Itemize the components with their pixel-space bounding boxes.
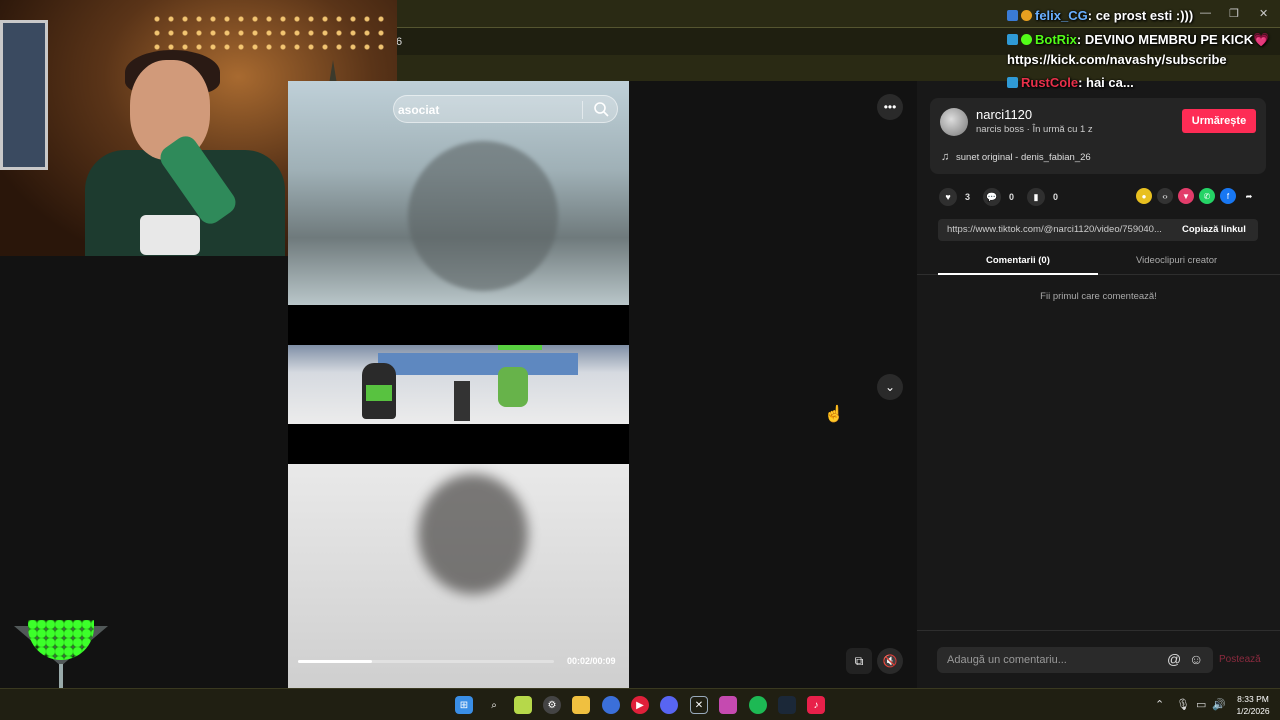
next-video-button[interactable]: ⌄ (877, 374, 903, 400)
chat-message: felix_CG: ce prost esti :))) (1007, 8, 1193, 23)
hand-cursor-icon: ☝ (824, 406, 844, 423)
save-count: 0 (1053, 192, 1059, 202)
send-icon[interactable]: ▼ (1178, 188, 1194, 204)
file-explorer-icon[interactable] (572, 696, 590, 714)
search-text: asociat (398, 103, 440, 117)
float-player-button[interactable]: ⧉ (846, 648, 872, 674)
active-tab-underline (938, 273, 1098, 275)
mention-icon[interactable]: @ (1167, 651, 1181, 667)
bookmark-icon[interactable]: ▮ (1027, 188, 1045, 206)
search-icon[interactable]: ⌕ (485, 696, 503, 714)
video-time: 00:02/00:09 (567, 656, 616, 666)
empty-comments-message: Fii primul care comentează! (1040, 291, 1157, 302)
notes-icon[interactable] (514, 696, 532, 714)
chat-text: : hai ca... (1078, 75, 1134, 90)
windows-start-icon[interactable]: ⊞ (455, 696, 473, 714)
copy-link-button[interactable]: Copiază linkul (1182, 224, 1246, 235)
share-link-url[interactable]: https://www.tiktok.com/@narci1120/video/… (947, 224, 1173, 235)
settings-icon[interactable]: ⚙ (543, 696, 561, 714)
post-button[interactable]: Postează (1219, 654, 1261, 665)
comment-bar: Adaugă un comentariu... @ ☺ Postează (917, 630, 1280, 688)
clock-time: 8:33 PM (1237, 694, 1269, 704)
chrome-icon[interactable] (602, 696, 620, 714)
chat-message: BotRix: DEVINO MEMBRU PE KICK💗 (1007, 32, 1269, 48)
spotify-icon[interactable] (749, 696, 767, 714)
screen: — ❐ ✕ 6 ▭ ⇱ ⋮ 00:02 (0, 0, 1280, 720)
chat-text: : ce prost esti :))) (1087, 8, 1194, 23)
close-icon[interactable]: ✕ (1259, 7, 1268, 20)
video-progress-fill (298, 660, 373, 663)
share-arrow-icon[interactable]: ➦ (1241, 188, 1257, 204)
heart-icon[interactable]: ♥ (939, 188, 957, 206)
chat-text: https://kick.com/navashy/subscribe (1007, 52, 1227, 67)
like-count: 3 (965, 192, 971, 202)
clock[interactable]: 8:33 PM 1/2/2026 (1230, 693, 1276, 717)
comment-placeholder: Adaugă un comentariu... (947, 654, 1067, 666)
bot-badge-icon (1007, 34, 1018, 45)
mute-button[interactable]: 🔇 (877, 648, 903, 674)
chat-username: BotRix (1035, 32, 1077, 47)
clock-date: 1/2/2026 (1236, 706, 1270, 716)
tab-comments[interactable]: Comentarii (0) (986, 255, 1050, 266)
like-stat[interactable]: ♥ 3 (939, 188, 970, 206)
network-icon[interactable]: ▭ (1196, 698, 1206, 711)
tabs: Comentarii (0) Videoclipuri creator (917, 253, 1280, 275)
comment-count: 0 (1009, 192, 1015, 202)
comment-stat[interactable]: 💬 0 (983, 188, 1014, 206)
chat-username: felix_CG (1035, 8, 1088, 23)
taskbar: ⊞ ⌕ ⚙ ▶ ✕ ♪ ⌃ 🎙 ▭ 🔊 8:33 PM 1/2/2026 (0, 688, 1280, 720)
volume-icon[interactable]: 🔊 (1212, 698, 1226, 711)
chat-text: : DEVINO MEMBRU PE KICK💗 (1076, 32, 1270, 47)
search-input[interactable]: asociat (393, 95, 618, 123)
comment-input[interactable]: Adaugă un comentariu... @ ☺ (937, 647, 1213, 673)
author-subtitle: narcis boss · În urmă cu 1 z (976, 124, 1093, 135)
follow-button[interactable]: Urmărește (1182, 109, 1256, 133)
minimize-icon[interactable]: — (1200, 7, 1211, 19)
embed-icon[interactable]: ‹› (1157, 188, 1173, 204)
sound-link[interactable]: sunet original - denis_fabian_26 (956, 152, 1091, 163)
microphone-icon[interactable]: 🎙 (1176, 698, 1190, 711)
tab-creator-videos[interactable]: Videoclipuri creator (1136, 255, 1217, 266)
facebook-icon[interactable]: f (1220, 188, 1236, 204)
whatsapp-icon[interactable]: ✆ (1199, 188, 1215, 204)
jersey-number (140, 215, 200, 255)
avatar[interactable] (940, 108, 968, 136)
video-feed[interactable]: 00:02/00:09 (288, 81, 629, 688)
game-video-frame[interactable] (288, 345, 629, 424)
blurred-video-bottom (288, 464, 629, 688)
badge-icon (1007, 10, 1018, 21)
room-window (0, 20, 48, 170)
save-stat[interactable]: ▮ 0 (1027, 188, 1058, 206)
badge-icon (1021, 10, 1032, 21)
search-divider (582, 101, 583, 119)
discord-icon[interactable] (660, 696, 678, 714)
xbox-icon[interactable]: ✕ (690, 696, 708, 714)
steam-icon[interactable] (778, 696, 796, 714)
video-info-panel: narci1120 narcis boss · În urmă cu 1 z U… (917, 81, 1280, 688)
comment-icon[interactable]: 💬 (983, 188, 1001, 206)
share-link-box: https://www.tiktok.com/@narci1120/video/… (938, 219, 1258, 241)
youtube-icon[interactable]: ▶ (631, 696, 649, 714)
game-icon[interactable] (719, 696, 737, 714)
badge-icon (1007, 77, 1018, 88)
chat-username: RustCole (1021, 75, 1079, 90)
maximize-icon[interactable]: ❐ (1229, 7, 1239, 20)
more-options-button[interactable]: ••• (877, 94, 903, 120)
verified-icon (1021, 34, 1032, 45)
music-note-icon: ♫ (941, 151, 950, 163)
chevron-up-icon[interactable]: ⌃ (1155, 698, 1164, 711)
coin-icon[interactable]: ● (1136, 188, 1152, 204)
emoji-icon[interactable]: ☺ (1189, 651, 1203, 667)
video-progress-bar[interactable] (298, 660, 554, 663)
chat-message: RustCole: hai ca... (1007, 75, 1134, 90)
author-card: narci1120 narcis boss · În urmă cu 1 z U… (930, 98, 1266, 174)
string-lights (150, 12, 390, 52)
search-icon[interactable] (592, 100, 610, 118)
tiktok-icon[interactable]: ♪ (807, 696, 825, 714)
author-username[interactable]: narci1120 (976, 107, 1032, 122)
chat-message: https://kick.com/navashy/subscribe (1007, 52, 1227, 67)
